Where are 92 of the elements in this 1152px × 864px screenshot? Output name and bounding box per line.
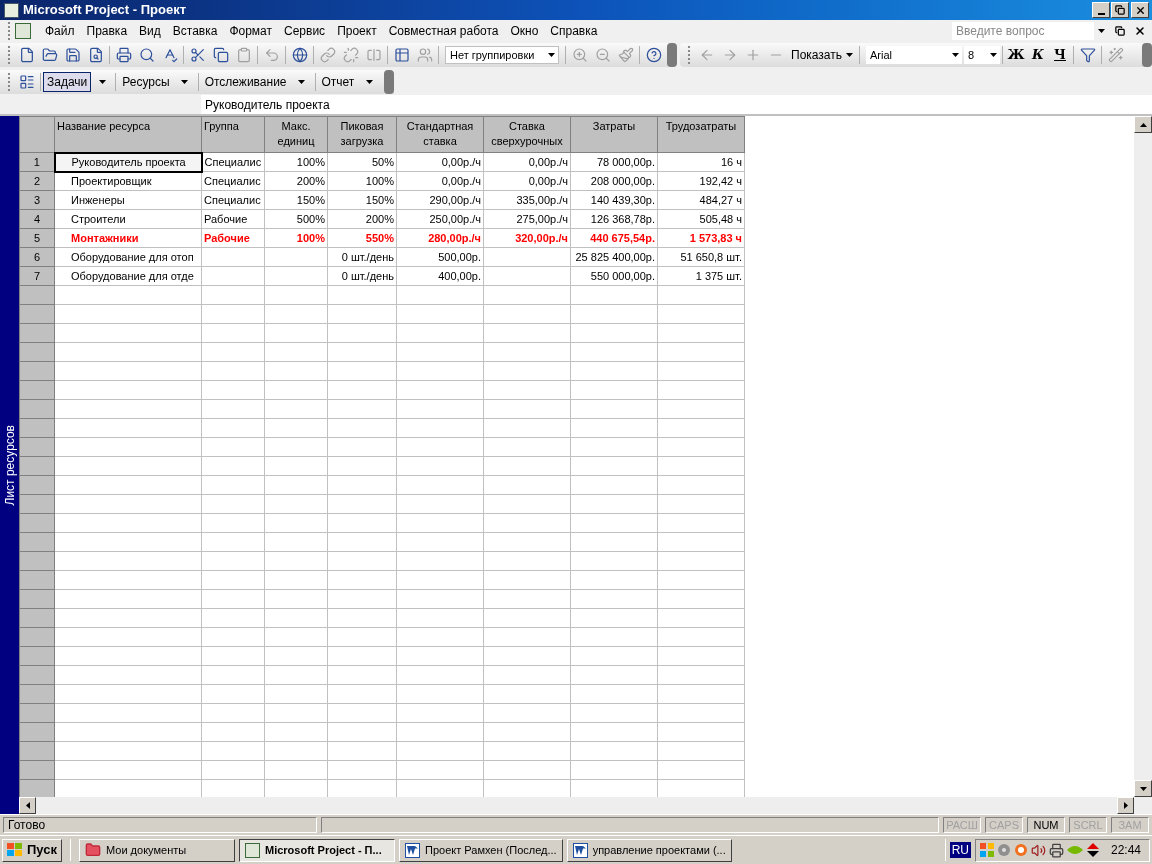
help-search-field[interactable]: Введите вопрос xyxy=(952,22,1094,40)
table-cell: 500% xyxy=(264,209,328,229)
table-cell: 440 675,54р. xyxy=(570,228,658,248)
column-header[interactable]: Затраты xyxy=(570,116,658,153)
table-cell: 290,00р./ч xyxy=(396,190,484,210)
column-header[interactable]: Стандартная ставка xyxy=(396,116,484,153)
table-cell: 0 шт./день xyxy=(327,266,397,286)
column-header[interactable]: Ставка сверхурочных xyxy=(483,116,571,153)
table-cell: Оборудование для отде xyxy=(54,266,202,286)
guide-tab[interactable]: Задачи xyxy=(43,71,92,92)
status-text: Готово xyxy=(3,817,317,833)
menu-item[interactable]: Сервис xyxy=(278,21,332,41)
table-cell: Монтажники xyxy=(54,228,202,248)
table-cell: 16 ч xyxy=(657,152,745,172)
table-cell: Проектировщик xyxy=(54,171,202,191)
table-cell: 200% xyxy=(264,171,328,191)
table-cell: 275,00р./ч xyxy=(483,209,571,229)
taskbar-button[interactable]: Проект Рамхен (Послед... xyxy=(399,838,563,862)
start-button[interactable]: Пуск xyxy=(2,838,62,862)
table-cell: 0,00р./ч xyxy=(483,171,571,191)
table-cell: 208 000,00р. xyxy=(570,171,658,191)
table-cell: 0,00р./ч xyxy=(396,152,484,172)
table-cell: 335,00р./ч xyxy=(483,190,571,210)
table-cell: 500,00р. xyxy=(396,247,484,267)
table-cell: 484,27 ч xyxy=(657,190,745,210)
table-cell: 550% xyxy=(327,228,397,248)
table-cell: 192,42 ч xyxy=(657,171,745,191)
table-cell: 140 439,30р. xyxy=(570,190,658,210)
table-cell: 100% xyxy=(327,171,397,191)
show-button[interactable]: Показать xyxy=(787,45,857,65)
table-cell: 150% xyxy=(327,190,397,210)
font-dropdown[interactable]: Arial xyxy=(866,46,962,64)
table-cell: 250,00р./ч xyxy=(396,209,484,229)
menu-item[interactable]: Окно xyxy=(504,21,545,41)
entry-field[interactable]: Руководитель проекта xyxy=(201,95,1152,114)
table-cell: 1 375 шт. xyxy=(657,266,745,286)
table-cell: Оборудование для отоп xyxy=(54,247,202,267)
font-size-dropdown[interactable]: 8 xyxy=(964,46,1000,64)
table-cell: Специалис xyxy=(201,190,265,210)
menu-item[interactable]: Файл xyxy=(39,21,81,41)
table-cell: Рабочие xyxy=(201,228,265,248)
table-cell: 0,00р./ч xyxy=(483,152,571,172)
table-cell: 400,00р. xyxy=(396,266,484,286)
table-cell: 200% xyxy=(327,209,397,229)
menu-item[interactable]: Совместная работа xyxy=(382,21,505,41)
guide-tab[interactable]: Отслеживание xyxy=(200,71,291,92)
table-cell: 280,00р./ч xyxy=(396,228,484,248)
window-title: Microsoft Project - Проект xyxy=(23,1,188,20)
table-cell: 0 шт./день xyxy=(327,247,397,267)
table-cell: 550 000,00р. xyxy=(570,266,658,286)
table-cell: 126 368,78р. xyxy=(570,209,658,229)
column-header[interactable]: Трудозатраты xyxy=(657,116,745,153)
bold-button[interactable]: Ж xyxy=(1005,45,1027,65)
table-cell: 50% xyxy=(327,152,397,172)
table-cell: 1 573,83 ч xyxy=(657,228,745,248)
column-header[interactable]: Название ресурса xyxy=(54,116,202,153)
table-cell: Инженеры xyxy=(54,190,202,210)
table-cell: 0,00р./ч xyxy=(396,171,484,191)
table-cell: 505,48 ч xyxy=(657,209,745,229)
grouping-dropdown[interactable]: Нет группировки xyxy=(445,46,559,64)
table-cell: Рабочие xyxy=(201,209,265,229)
table-cell: Специалис xyxy=(201,171,265,191)
guide-tab[interactable]: Отчет xyxy=(317,71,359,92)
taskbar-button[interactable]: управление проектами (... xyxy=(566,838,732,862)
status-indicator: NUM xyxy=(1027,817,1065,833)
underline-button[interactable]: Ч xyxy=(1049,45,1071,65)
taskbar-button[interactable]: Microsoft Project - П... xyxy=(239,838,395,862)
clock: 22:44 xyxy=(1110,842,1141,859)
menu-item[interactable]: Правка xyxy=(80,21,134,41)
menu-item[interactable]: Проект xyxy=(331,21,383,41)
taskbar-button[interactable]: Мои документы xyxy=(79,838,235,862)
table-cell: 100% xyxy=(264,228,328,248)
table-cell: 25 825 400,00р. xyxy=(570,247,658,267)
table-cell: Руководитель проекта xyxy=(54,152,202,172)
menu-item[interactable]: Вставка xyxy=(166,21,224,41)
table-cell: Строители xyxy=(54,209,202,229)
menu-item[interactable]: Справка xyxy=(544,21,604,41)
column-header[interactable]: Группа xyxy=(201,116,265,153)
menu-item[interactable]: Формат xyxy=(223,21,279,41)
table-cell: 100% xyxy=(264,152,328,172)
column-header[interactable]: Пиковая загрузка xyxy=(327,116,397,153)
table-cell: 320,00р./ч xyxy=(483,228,571,248)
view-label: Лист ресурсов xyxy=(1,424,18,506)
table-cell: Специалис xyxy=(201,152,265,172)
menu-item[interactable]: Вид xyxy=(133,21,167,41)
table-cell: 51 650,8 шт. xyxy=(657,247,745,267)
table-cell: 78 000,00р. xyxy=(570,152,658,172)
table-cell: 150% xyxy=(264,190,328,210)
guide-tab[interactable]: Ресурсы xyxy=(118,71,174,92)
italic-button[interactable]: К xyxy=(1027,45,1049,65)
column-header[interactable]: Макс. единиц xyxy=(264,116,328,153)
language-indicator[interactable]: RU xyxy=(949,842,971,858)
